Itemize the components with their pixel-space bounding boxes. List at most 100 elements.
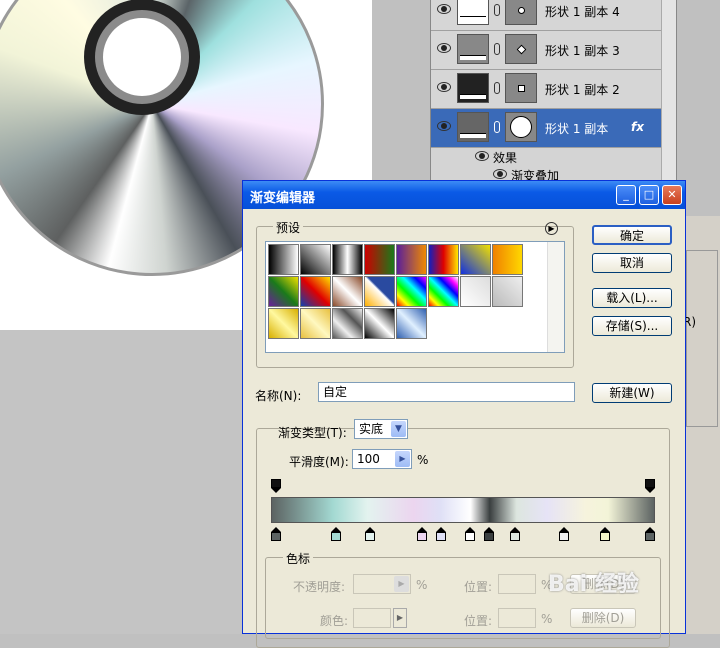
color-stop[interactable]: [484, 527, 495, 541]
effects-label: 效果: [493, 151, 518, 165]
smoothness-field[interactable]: 100 ▶: [352, 449, 412, 469]
name-field[interactable]: 自定: [318, 382, 575, 402]
layer-row[interactable]: 形状 1 副本 4: [431, 0, 661, 31]
preset-swatch[interactable]: [300, 308, 331, 339]
percent-sign: %: [416, 578, 428, 592]
disc-hole: [103, 18, 181, 96]
eye-icon[interactable]: [437, 121, 451, 131]
preset-swatch[interactable]: [268, 276, 299, 307]
preset-swatch[interactable]: [364, 244, 395, 275]
effects-row[interactable]: 效果: [431, 148, 661, 165]
color-stop[interactable]: [435, 527, 446, 541]
layer-thumbnail: [457, 112, 489, 142]
preset-swatch[interactable]: [364, 276, 395, 307]
layer-name: 形状 1 副本 3: [545, 44, 620, 58]
opacity-field: ▶: [353, 574, 411, 594]
color-stop[interactable]: [271, 527, 281, 541]
smoothness-value: 100: [357, 452, 380, 466]
layer-row[interactable]: 形状 1 副本 3: [431, 31, 661, 70]
layers-panel: 形状 1 副本 4 形状 1 副本 3 形状 1 副本 2 形状 1 副本 fx…: [430, 0, 677, 186]
preset-swatch[interactable]: [396, 244, 427, 275]
canvas-background: [0, 330, 242, 634]
dialog-title: 渐变编辑器: [250, 191, 316, 206]
gradient-preview-bar[interactable]: [271, 497, 655, 523]
link-icon: [494, 121, 500, 133]
preset-swatch[interactable]: [268, 308, 299, 339]
color-stop[interactable]: [465, 527, 476, 541]
presets-menu-icon[interactable]: ▶: [545, 222, 558, 235]
new-button[interactable]: 新建(W): [592, 383, 672, 403]
preset-swatch[interactable]: [428, 276, 459, 307]
percent-sign: %: [541, 612, 553, 626]
load-button[interactable]: 载入(L)...: [592, 288, 672, 308]
preset-swatch[interactable]: [300, 244, 331, 275]
color-menu-icon: ▶: [393, 608, 407, 628]
maximize-button[interactable]: □: [639, 185, 659, 205]
opacity-location-field: [498, 574, 536, 594]
layer-name: 形状 1 副本: [545, 122, 609, 136]
opacity-label: 不透明度:: [293, 580, 346, 594]
preset-swatch[interactable]: [332, 276, 363, 307]
ok-button[interactable]: 确定: [592, 225, 672, 245]
link-icon: [494, 43, 500, 55]
color-stop[interactable]: [600, 527, 611, 541]
vector-mask-thumbnail: [505, 0, 537, 25]
color-stop[interactable]: [558, 527, 569, 541]
preset-swatch[interactable]: [364, 308, 395, 339]
percent-sign: %: [417, 453, 429, 467]
title-bar[interactable]: 渐变编辑器 _ □ ✕: [243, 181, 685, 209]
preset-swatch[interactable]: [492, 276, 523, 307]
vector-mask-thumbnail: [505, 34, 537, 64]
fx-icon[interactable]: fx: [631, 120, 644, 134]
location-label: 位置:: [464, 614, 493, 628]
color-stop[interactable]: [645, 527, 655, 541]
location-label: 位置:: [464, 580, 493, 594]
vector-mask-thumbnail: [505, 73, 537, 103]
color-stop[interactable]: [416, 527, 427, 541]
opacity-stop[interactable]: [271, 479, 281, 493]
color-stop[interactable]: [364, 527, 375, 541]
preset-swatch[interactable]: [332, 308, 363, 339]
layer-row[interactable]: 形状 1 副本 2: [431, 70, 661, 109]
chevron-right-icon: ▶: [394, 576, 409, 592]
preset-swatch[interactable]: [268, 244, 299, 275]
preset-swatch[interactable]: [396, 308, 427, 339]
presets-grid: [265, 241, 565, 353]
watermark: Bai 经验: [548, 572, 639, 597]
color-stop[interactable]: [330, 527, 341, 541]
eye-icon[interactable]: [437, 43, 451, 53]
eye-icon[interactable]: [437, 82, 451, 92]
preset-swatch[interactable]: [460, 276, 491, 307]
delete-button: 删除(D): [570, 608, 636, 628]
layer-thumbnail: [457, 34, 489, 64]
preset-swatch[interactable]: [492, 244, 523, 275]
gradient-type-select[interactable]: 实底 ▼: [354, 419, 408, 439]
preset-swatch[interactable]: [428, 244, 459, 275]
layer-thumbnail: [457, 0, 489, 25]
preset-swatch[interactable]: [332, 244, 363, 275]
opacity-stop[interactable]: [645, 479, 655, 493]
presets-label: 预设: [273, 219, 304, 236]
close-button[interactable]: ✕: [662, 185, 682, 205]
eye-icon[interactable]: [437, 4, 451, 14]
eye-icon[interactable]: [475, 151, 489, 161]
layer-row-selected[interactable]: 形状 1 副本 fx: [431, 109, 661, 148]
presets-scrollbar[interactable]: [547, 242, 564, 352]
link-icon: [494, 82, 500, 94]
preset-swatch[interactable]: [300, 276, 331, 307]
preset-swatch[interactable]: [396, 276, 427, 307]
color-stop[interactable]: [510, 527, 521, 541]
minimize-button[interactable]: _: [616, 185, 636, 205]
cancel-button[interactable]: 取消: [592, 253, 672, 273]
layers-scrollbar[interactable]: [661, 0, 676, 186]
layer-thumbnail: [457, 73, 489, 103]
color-stops-label: 色标: [283, 550, 314, 567]
preset-swatch[interactable]: [460, 244, 491, 275]
color-location-field: [498, 608, 536, 628]
link-icon: [494, 4, 500, 16]
gradient-type-value: 实底: [359, 422, 384, 436]
smoothness-label: 平滑度(M):: [289, 455, 349, 469]
chevron-right-icon[interactable]: ▶: [395, 451, 410, 467]
save-button[interactable]: 存储(S)...: [592, 316, 672, 336]
eye-icon[interactable]: [493, 169, 507, 179]
